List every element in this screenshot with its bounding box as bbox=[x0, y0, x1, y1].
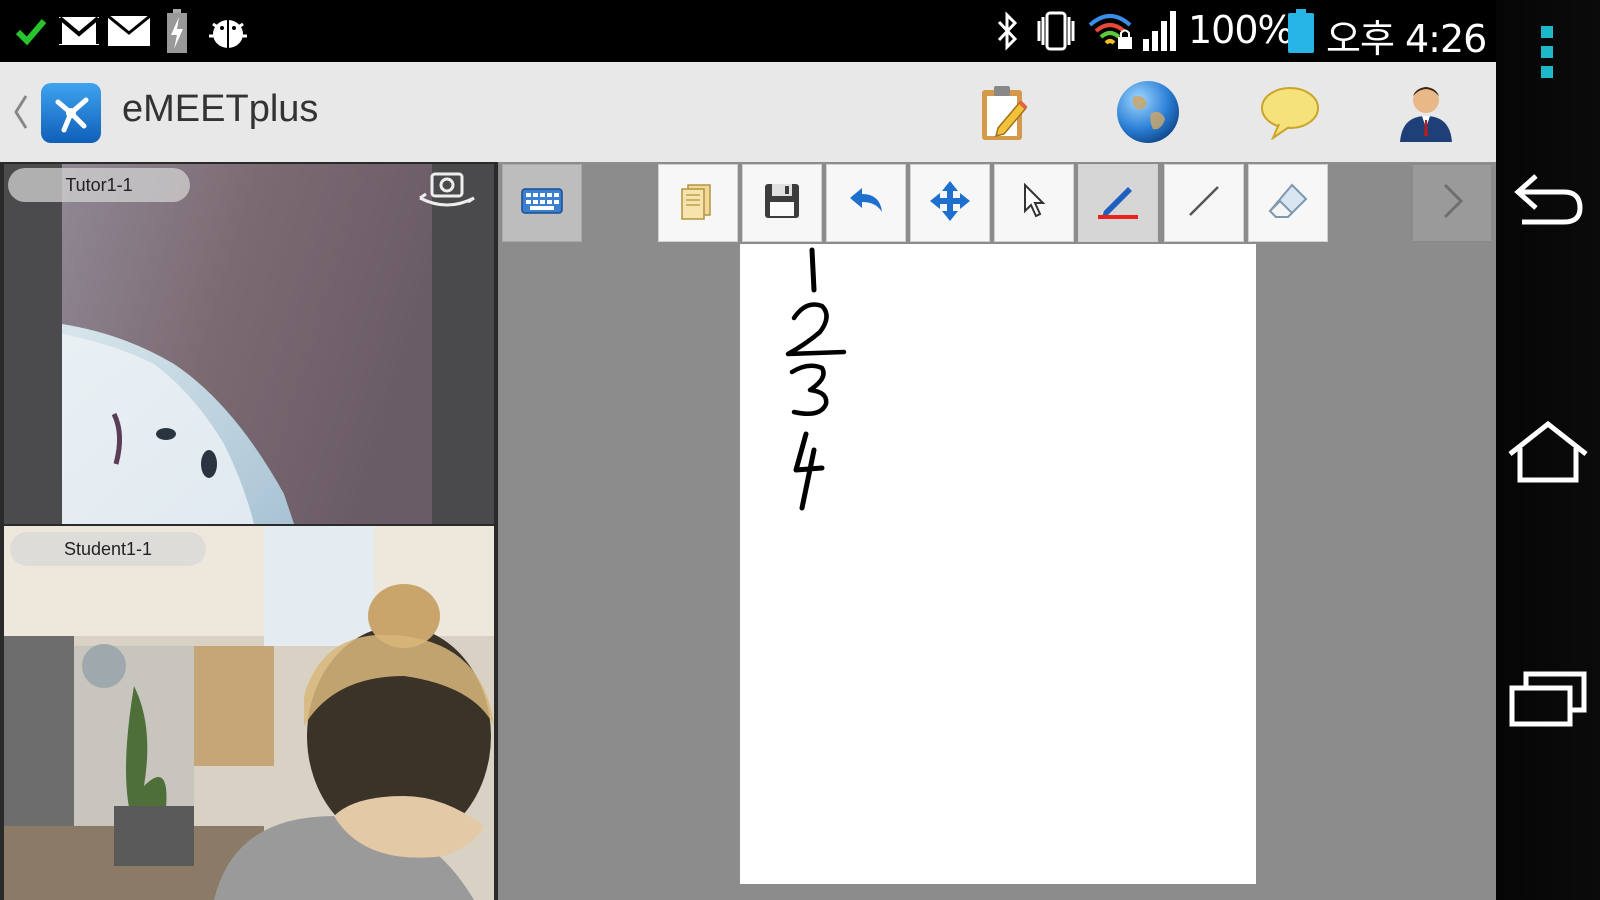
handwriting-strokes bbox=[785, 247, 847, 511]
check-icon bbox=[14, 10, 48, 52]
move-button[interactable] bbox=[910, 164, 990, 242]
line-icon bbox=[1186, 183, 1222, 223]
undo-icon bbox=[846, 184, 886, 222]
line-button[interactable] bbox=[1164, 164, 1244, 242]
video-panel: Tutor1-1 Student1-1 bbox=[0, 162, 498, 900]
back-icon[interactable] bbox=[1508, 170, 1588, 230]
battery-charging-icon bbox=[164, 9, 190, 53]
android-debug-icon bbox=[206, 10, 250, 52]
chat-icon[interactable] bbox=[1254, 76, 1326, 148]
action-bar: eMEETplus bbox=[0, 62, 1496, 163]
recent-apps-icon[interactable] bbox=[1508, 668, 1588, 728]
clipboard-icon[interactable] bbox=[968, 76, 1040, 148]
battery-icon bbox=[1284, 9, 1318, 53]
eraser-icon bbox=[1266, 181, 1310, 225]
keyboard-icon bbox=[520, 185, 564, 221]
battery-percent: 100% bbox=[1188, 8, 1294, 52]
pointer-icon bbox=[1019, 182, 1049, 223]
save-button[interactable] bbox=[742, 164, 822, 242]
vibrate-icon bbox=[1034, 10, 1078, 52]
select-pointer-button[interactable] bbox=[994, 164, 1074, 242]
open-folder-button[interactable] bbox=[658, 164, 738, 242]
student-video: Student1-1 bbox=[4, 526, 494, 900]
chevron-right-icon bbox=[1437, 181, 1467, 225]
main-content: Tutor1-1 Student1-1 bbox=[0, 162, 1496, 900]
tutor-label: Tutor1-1 bbox=[8, 168, 190, 202]
email-icon bbox=[106, 10, 152, 52]
navigation-bar bbox=[1496, 0, 1600, 900]
home-icon[interactable] bbox=[1506, 420, 1590, 484]
pen-button[interactable] bbox=[1078, 164, 1158, 242]
keyboard-button[interactable] bbox=[502, 164, 582, 242]
clock: 오후 4:26 bbox=[1326, 17, 1487, 61]
status-bar: 100% 오후 4:26 bbox=[0, 0, 1496, 62]
app-logo-icon[interactable] bbox=[40, 82, 102, 144]
save-icon bbox=[763, 182, 801, 224]
student-label: Student1-1 bbox=[10, 532, 206, 566]
signal-icon bbox=[1140, 10, 1180, 52]
overflow-menu-icon[interactable] bbox=[1532, 22, 1562, 82]
undo-button[interactable] bbox=[826, 164, 906, 242]
next-page-button[interactable] bbox=[1412, 164, 1492, 242]
wifi-lock-icon bbox=[1088, 10, 1134, 52]
globe-icon[interactable] bbox=[1112, 76, 1184, 148]
bluetooth-icon bbox=[992, 10, 1022, 52]
chevron-left-icon[interactable] bbox=[10, 92, 30, 132]
whiteboard-canvas[interactable] bbox=[740, 244, 1256, 884]
move-icon bbox=[928, 179, 972, 227]
folder-icon bbox=[678, 181, 718, 225]
app-title: eMEETplus bbox=[122, 88, 319, 130]
switch-camera-icon[interactable] bbox=[414, 168, 480, 212]
pen-icon bbox=[1094, 181, 1142, 225]
tutor-video: Tutor1-1 bbox=[4, 164, 494, 524]
eraser-button[interactable] bbox=[1248, 164, 1328, 242]
gmail-icon bbox=[56, 10, 102, 52]
user-icon[interactable] bbox=[1390, 76, 1462, 148]
